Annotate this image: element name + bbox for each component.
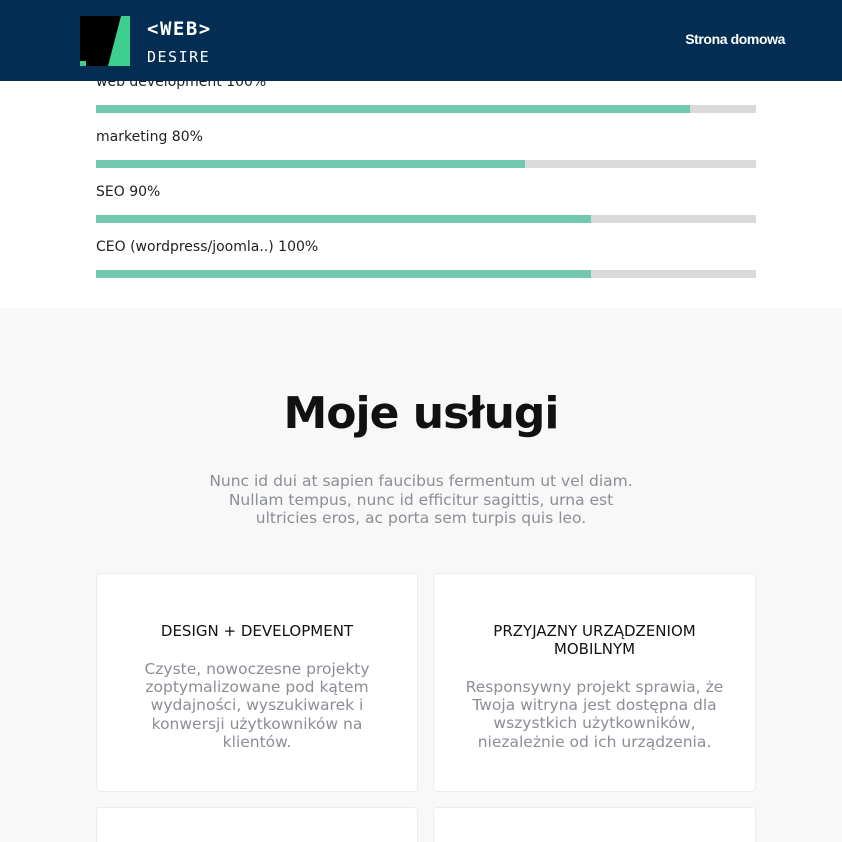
skill-progress-fill xyxy=(96,160,525,168)
service-card-text: Czyste, nowoczesne projekty zoptymalizow… xyxy=(144,660,370,751)
skill-label: SEO 90% xyxy=(96,184,161,200)
service-card-title: PRZYJAZNY URZĄDZENIOM MOBILNYM xyxy=(493,622,696,658)
service-card-design: DESIGN + DEVELOPMENT Czyste, nowoczesne … xyxy=(96,573,418,792)
service-card-3 xyxy=(96,807,418,842)
logo-icon[interactable] xyxy=(80,16,130,66)
skill-progress-fill xyxy=(96,270,591,278)
skill-progress-bar xyxy=(96,160,756,168)
services-title: Moje usługi xyxy=(283,388,560,439)
skill-item-ceo: CEO (wordpress/joomla..) 100% xyxy=(96,238,756,278)
services-section: Moje usługi Nunc id dui at sapien faucib… xyxy=(0,308,842,842)
skill-progress-bar xyxy=(96,215,756,223)
site-header: <WEB> DESIRE Strona domowa xyxy=(0,0,842,81)
skill-progress-bar xyxy=(96,105,756,113)
skill-item-marketing: marketing 80% xyxy=(96,128,756,168)
skill-progress-fill xyxy=(96,105,690,113)
service-card-text: Responsywny projekt sprawia, że Twoja wi… xyxy=(465,678,724,751)
logo-subtitle: DESIRE xyxy=(147,48,211,66)
service-card-4 xyxy=(433,807,756,842)
skill-label: marketing 80% xyxy=(96,129,203,145)
service-card-mobile: PRZYJAZNY URZĄDZENIOM MOBILNYM Responsyw… xyxy=(433,573,756,792)
logo-text[interactable]: <WEB> DESIRE xyxy=(147,16,212,68)
skill-item-seo: SEO 90% xyxy=(96,183,756,223)
nav-link-home[interactable]: Strona domowa xyxy=(685,31,785,47)
services-intro: Nunc id dui at sapien faucibus fermentum… xyxy=(209,472,633,527)
logo-title: <WEB> xyxy=(147,18,212,40)
service-card-title: DESIGN + DEVELOPMENT xyxy=(160,622,354,640)
skill-progress-bar xyxy=(96,270,756,278)
skill-progress-fill xyxy=(96,215,591,223)
skill-label: CEO (wordpress/joomla..) 100% xyxy=(96,239,319,255)
